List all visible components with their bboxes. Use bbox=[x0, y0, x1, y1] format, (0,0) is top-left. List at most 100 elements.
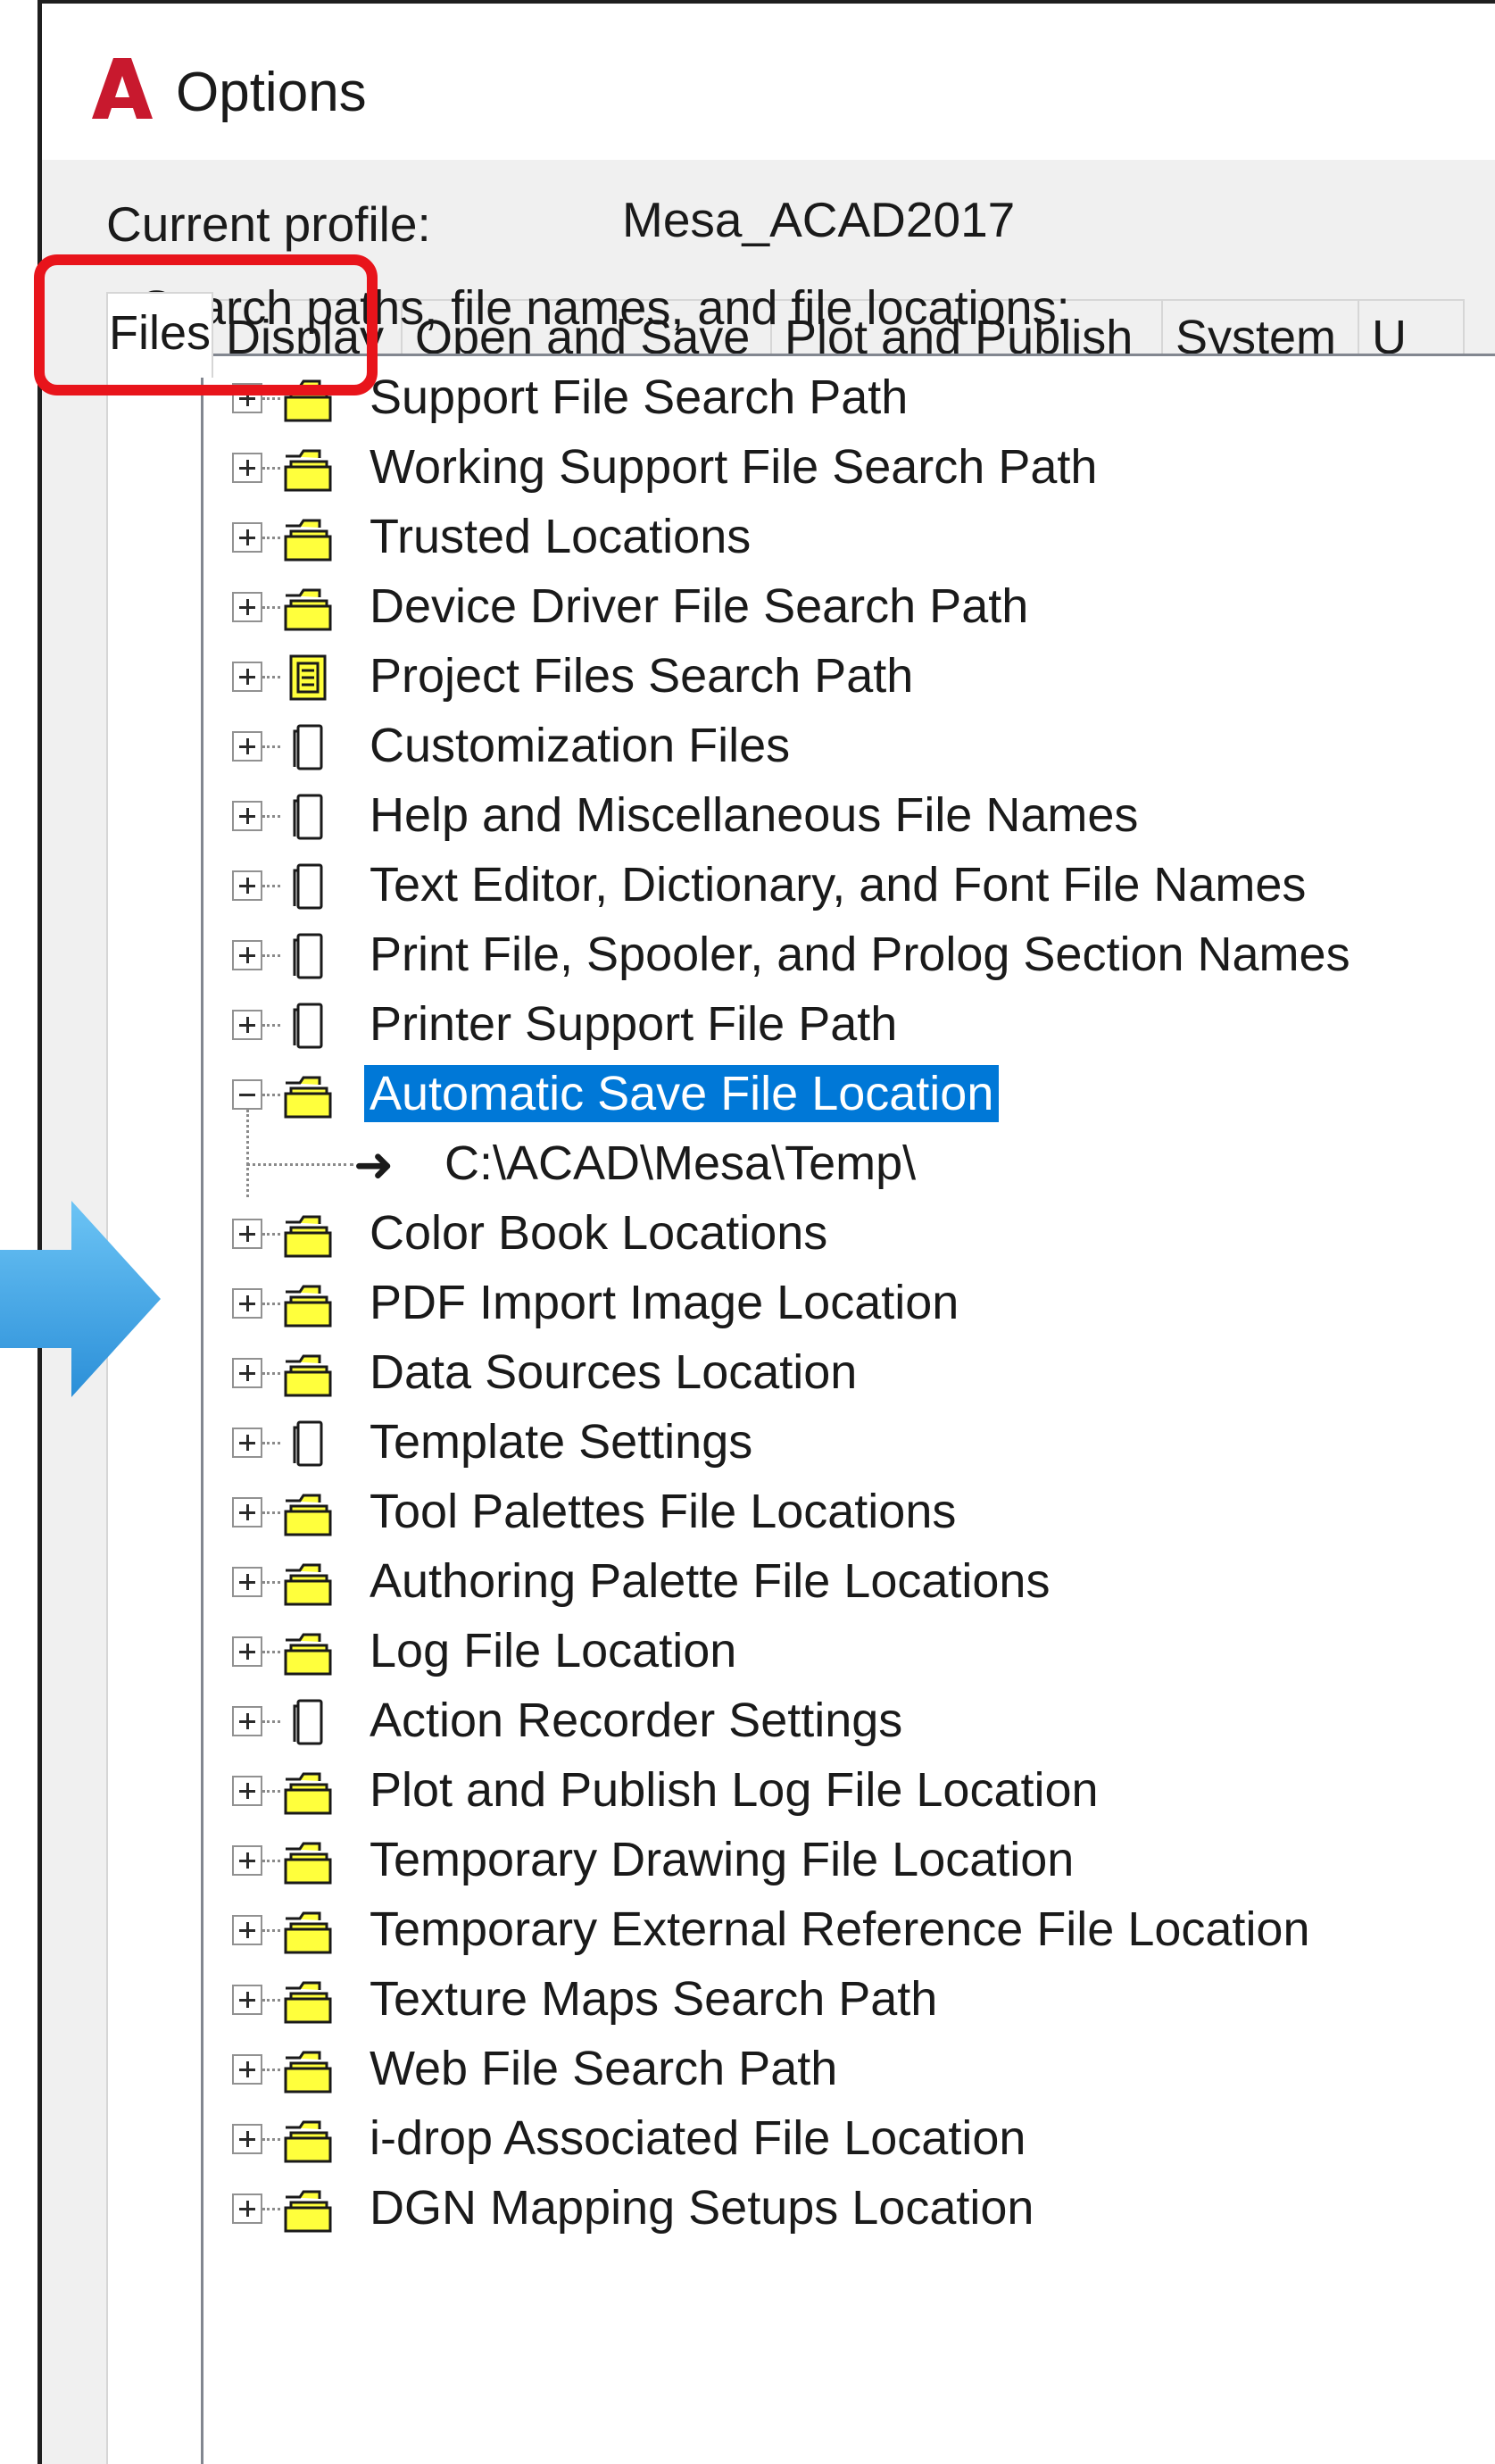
tree-row-label[interactable]: Automatic Save File Location bbox=[364, 1065, 1000, 1122]
tree-row[interactable]: Data Sources Location bbox=[203, 1338, 1495, 1408]
tree-row[interactable]: Texture Maps Search Path bbox=[203, 1965, 1495, 2035]
tree-row[interactable]: Temporary Drawing File Location bbox=[203, 1826, 1495, 1895]
tree-row[interactable]: Tool Palettes File Locations bbox=[203, 1478, 1495, 1547]
tree-branch-line bbox=[262, 885, 280, 887]
folder-stack-icon bbox=[282, 2185, 334, 2235]
tree-branch-line bbox=[262, 2208, 280, 2210]
expand-icon[interactable] bbox=[232, 1776, 262, 1806]
tree-row[interactable]: Trusted Locations bbox=[203, 503, 1495, 572]
tree-row[interactable]: Authoring Palette File Locations bbox=[203, 1547, 1495, 1617]
file-locations-tree[interactable]: Support File Search Path Working Support … bbox=[201, 354, 1495, 2464]
document-icon bbox=[282, 1419, 334, 1469]
expand-icon[interactable] bbox=[232, 1636, 262, 1667]
tree-row-label[interactable]: i-drop Associated File Location bbox=[370, 2110, 1026, 2167]
tree-row[interactable]: Temporary External Reference File Locati… bbox=[203, 1895, 1495, 1965]
tree-branch-line bbox=[262, 1442, 280, 1444]
tree-row-label[interactable]: Tool Palettes File Locations bbox=[370, 1483, 956, 1540]
folder-stack-icon bbox=[282, 1210, 334, 1260]
folder-stack-icon bbox=[282, 2045, 334, 2095]
expand-icon[interactable] bbox=[232, 940, 262, 970]
tree-row[interactable]: Help and Miscellaneous File Names bbox=[203, 781, 1495, 851]
title-bar[interactable]: Options bbox=[42, 4, 1495, 160]
expand-icon[interactable] bbox=[232, 662, 262, 692]
folder-stack-icon bbox=[282, 1767, 334, 1817]
expand-icon[interactable] bbox=[232, 2193, 262, 2224]
tree-row[interactable]: DGN Mapping Setups Location bbox=[203, 2174, 1495, 2243]
tree-row-label[interactable]: Authoring Palette File Locations bbox=[370, 1552, 1050, 1610]
tree-row[interactable]: Printer Support File Path bbox=[203, 990, 1495, 1060]
tree-row[interactable]: Log File Location bbox=[203, 1617, 1495, 1686]
expand-icon[interactable] bbox=[232, 1219, 262, 1249]
tree-row-label[interactable]: Printer Support File Path bbox=[370, 995, 897, 1053]
tree-row-label[interactable]: Device Driver File Search Path bbox=[370, 578, 1028, 635]
tree-row-label[interactable]: Trusted Locations bbox=[370, 508, 751, 565]
expand-icon[interactable] bbox=[232, 453, 262, 483]
tree-row-label[interactable]: Help and Miscellaneous File Names bbox=[370, 787, 1138, 844]
expand-icon[interactable] bbox=[232, 2124, 262, 2154]
tree-child-row[interactable]: ➜ C:\ACAD\Mesa\Temp\ bbox=[203, 1129, 1495, 1199]
tree-branch-line bbox=[262, 537, 280, 539]
folder-stack-icon bbox=[282, 1906, 334, 1956]
tree-row-label[interactable]: Support File Search Path bbox=[370, 369, 908, 426]
tree-row-label[interactable]: Print File, Spooler, and Prolog Section … bbox=[370, 926, 1350, 983]
tree-row-label[interactable]: Texture Maps Search Path bbox=[370, 1970, 937, 2027]
tree-row-label[interactable]: Web File Search Path bbox=[370, 2040, 837, 2097]
expand-icon[interactable] bbox=[232, 2054, 262, 2085]
tree-row-label[interactable]: Log File Location bbox=[370, 1622, 736, 1679]
collapse-icon[interactable] bbox=[232, 1079, 262, 1110]
tree-row[interactable]: Plot and Publish Log File Location bbox=[203, 1756, 1495, 1826]
tree-row[interactable]: Print File, Spooler, and Prolog Section … bbox=[203, 920, 1495, 990]
expand-icon[interactable] bbox=[232, 1010, 262, 1040]
expand-icon[interactable] bbox=[232, 1845, 262, 1876]
tree-row[interactable]: Customization Files bbox=[203, 712, 1495, 781]
tree-row[interactable]: PDF Import Image Location bbox=[203, 1269, 1495, 1338]
expand-icon[interactable] bbox=[232, 592, 262, 622]
tree-row-label[interactable]: Plot and Publish Log File Location bbox=[370, 1761, 1099, 1819]
tree-row[interactable]: i-drop Associated File Location bbox=[203, 2104, 1495, 2174]
expand-icon[interactable] bbox=[232, 1497, 262, 1528]
expand-icon[interactable] bbox=[232, 1358, 262, 1388]
files-tab-highlight bbox=[34, 254, 378, 395]
expand-icon[interactable] bbox=[232, 1567, 262, 1597]
tree-row-label[interactable]: Working Support File Search Path bbox=[370, 438, 1097, 495]
expand-icon[interactable] bbox=[232, 1706, 262, 1736]
expand-icon[interactable] bbox=[232, 522, 262, 553]
tree-row[interactable]: Support File Search Path bbox=[203, 363, 1495, 433]
tree-row[interactable]: Automatic Save File Location bbox=[203, 1060, 1495, 1129]
tree-row-label[interactable]: Project Files Search Path bbox=[370, 647, 913, 704]
tree-row-label[interactable]: Text Editor, Dictionary, and Font File N… bbox=[370, 856, 1306, 913]
tree-row-label[interactable]: DGN Mapping Setups Location bbox=[370, 2179, 1034, 2236]
tree-branch-line bbox=[262, 745, 280, 748]
tree-row[interactable]: Template Settings bbox=[203, 1408, 1495, 1478]
tree-branch-line bbox=[262, 2138, 280, 2141]
automatic-save-path-value[interactable]: C:\ACAD\Mesa\Temp\ bbox=[444, 1135, 916, 1192]
tree-row[interactable]: Action Recorder Settings bbox=[203, 1686, 1495, 1756]
expand-icon[interactable] bbox=[232, 1288, 262, 1319]
expand-icon[interactable] bbox=[232, 1428, 262, 1458]
tree-row[interactable]: Color Book Locations bbox=[203, 1199, 1495, 1269]
tree-row[interactable]: Project Files Search Path bbox=[203, 642, 1495, 712]
tree-branch-line bbox=[262, 606, 280, 609]
tree-branch-line bbox=[262, 1790, 280, 1793]
expand-icon[interactable] bbox=[232, 1985, 262, 2015]
tree-row-label[interactable]: Template Settings bbox=[370, 1413, 752, 1470]
expand-icon[interactable] bbox=[232, 731, 262, 762]
expand-icon[interactable] bbox=[232, 801, 262, 831]
tree-row[interactable]: Working Support File Search Path bbox=[203, 433, 1495, 503]
folder-stack-icon bbox=[282, 1627, 334, 1677]
tree-row-label[interactable]: Data Sources Location bbox=[370, 1344, 857, 1401]
tree-row-label[interactable]: Action Recorder Settings bbox=[370, 1692, 902, 1749]
expand-icon[interactable] bbox=[232, 870, 262, 901]
folder-stack-icon bbox=[282, 1279, 334, 1329]
tree-row[interactable]: Device Driver File Search Path bbox=[203, 572, 1495, 642]
tree-row-label[interactable]: Color Book Locations bbox=[370, 1204, 827, 1261]
document-icon bbox=[282, 722, 334, 772]
tree-row-label[interactable]: Temporary Drawing File Location bbox=[370, 1831, 1074, 1888]
tree-branch-line bbox=[262, 1999, 280, 2002]
tree-row-label[interactable]: Customization Files bbox=[370, 717, 790, 774]
tree-row-label[interactable]: PDF Import Image Location bbox=[370, 1274, 959, 1331]
tree-row[interactable]: Web File Search Path bbox=[203, 2035, 1495, 2104]
tree-row[interactable]: Text Editor, Dictionary, and Font File N… bbox=[203, 851, 1495, 920]
tree-row-label[interactable]: Temporary External Reference File Locati… bbox=[370, 1901, 1310, 1958]
expand-icon[interactable] bbox=[232, 1915, 262, 1945]
